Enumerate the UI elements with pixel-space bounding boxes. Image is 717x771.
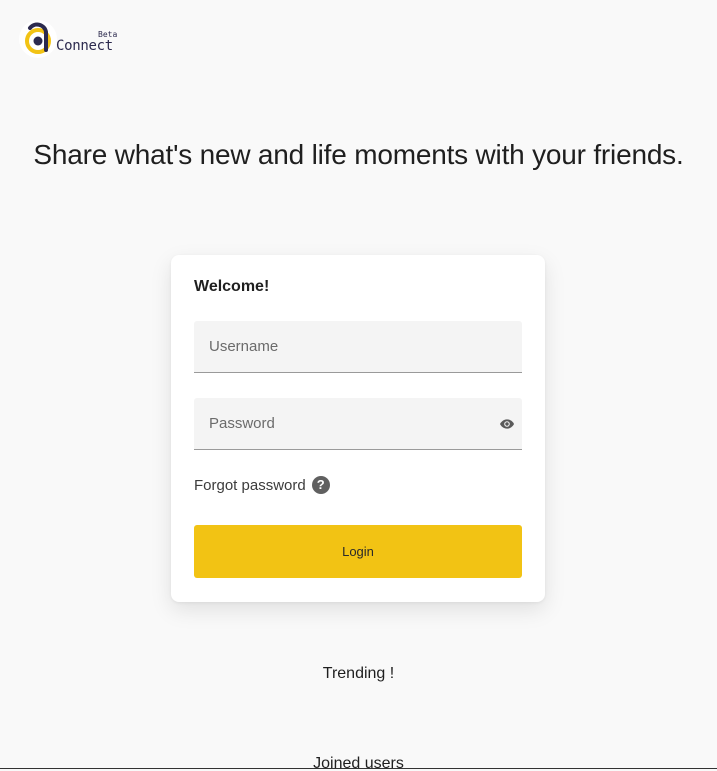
connect-logo-icon bbox=[19, 20, 57, 58]
username-field bbox=[194, 321, 522, 373]
question-circle-icon[interactable]: ? bbox=[311, 476, 330, 494]
password-input[interactable] bbox=[194, 398, 522, 449]
brand-logo[interactable]: Beta Connect bbox=[18, 17, 122, 61]
login-page: Beta Connect Share what's new and life m… bbox=[0, 0, 717, 771]
login-button[interactable]: Login bbox=[194, 525, 522, 578]
eye-icon[interactable] bbox=[499, 416, 515, 432]
forgot-password-label: Forgot password bbox=[194, 476, 306, 494]
bottom-divider bbox=[0, 768, 717, 769]
trending-heading: Trending ! bbox=[322, 665, 395, 682]
hero-tagline: Share what's new and life moments with y… bbox=[33, 139, 684, 170]
username-input[interactable] bbox=[194, 321, 522, 372]
forgot-password-link[interactable]: Forgot password ? bbox=[194, 475, 330, 495]
brand-name: Connect bbox=[56, 38, 113, 54]
password-field bbox=[194, 398, 522, 450]
login-title: Welcome! bbox=[194, 278, 270, 295]
login-card: Welcome! Forgot password ? Login bbox=[171, 255, 545, 602]
